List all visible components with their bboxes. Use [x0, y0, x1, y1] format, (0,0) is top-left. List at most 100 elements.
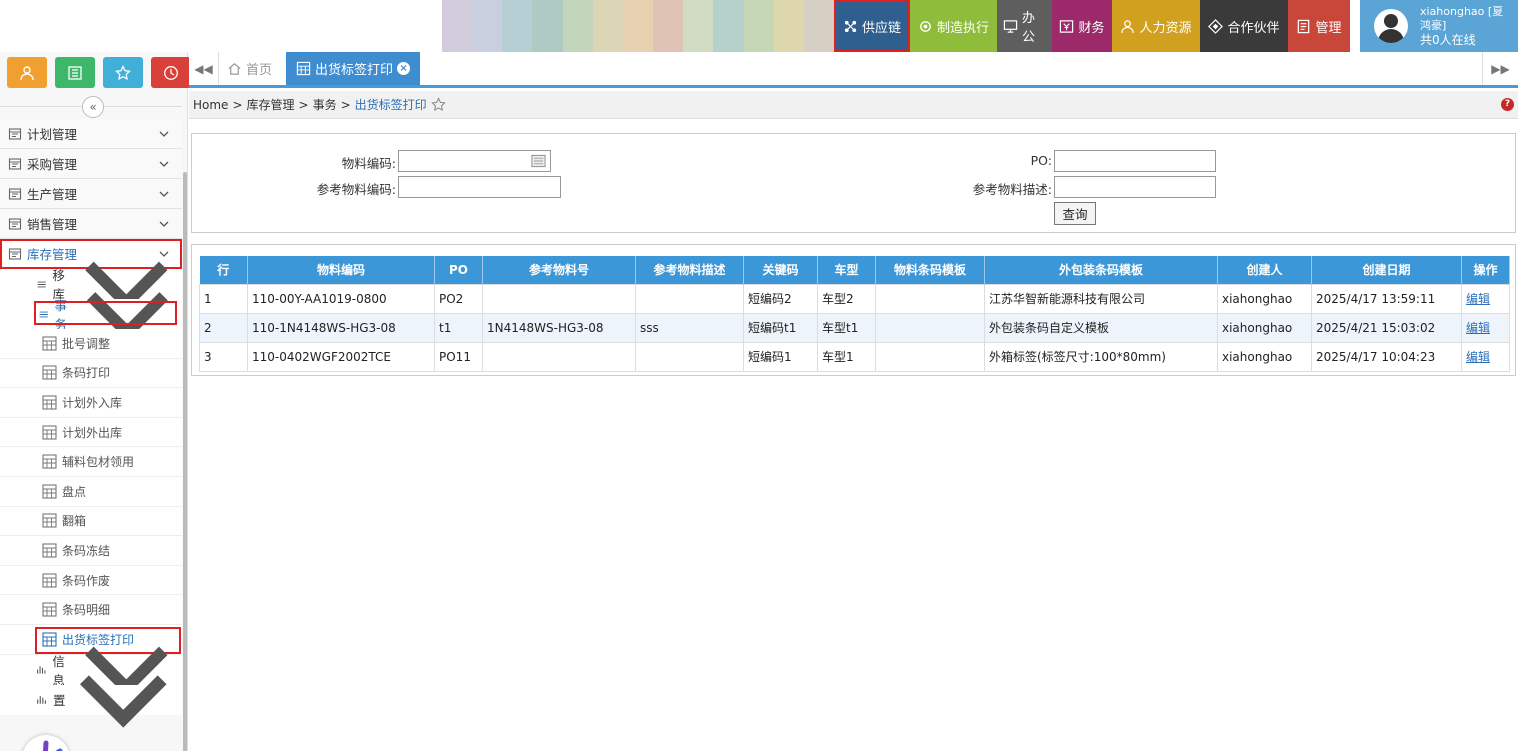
- table-cell: 1: [199, 283, 248, 314]
- table-cell: [635, 341, 744, 372]
- tab-shipping-label-print[interactable]: 出货标签打印 ×: [286, 52, 421, 85]
- sidebar-leaf-1[interactable]: 条码打印: [0, 358, 182, 389]
- lookup-icon[interactable]: [531, 154, 546, 168]
- table-cell: 外箱标签(标签尺寸:100*80mm): [984, 341, 1218, 372]
- table-cell: [482, 341, 636, 372]
- table-row[interactable]: 1 110-00Y-AA1019-0800 PO2 短编码2 车型2 江苏华智新能源科技有…: [199, 283, 1510, 314]
- module-1-button[interactable]: 制造执行: [910, 0, 997, 52]
- sidebar-leaf-3[interactable]: 计划外出库: [0, 417, 182, 448]
- user-shortcut-button[interactable]: [7, 57, 47, 88]
- breadcrumb-transactions[interactable]: 事务: [313, 96, 337, 113]
- sidebar-scrollbar[interactable]: [183, 172, 187, 751]
- table-cell: sss: [635, 312, 744, 343]
- star-icon[interactable]: [430, 97, 446, 112]
- shortcut-bar: [7, 57, 191, 88]
- network-icon: [844, 20, 857, 32]
- tab-home[interactable]: 首页: [227, 52, 272, 85]
- table-cell: 2025/4/17 10:04:23: [1311, 341, 1462, 372]
- sidebar-item-1[interactable]: 采购管理: [0, 149, 182, 179]
- clock-icon: [164, 65, 178, 80]
- column-header: 物料编码: [247, 256, 435, 284]
- table-icon: [42, 425, 57, 440]
- edit-link[interactable]: 编辑: [1466, 292, 1490, 306]
- ref-material-desc-input[interactable]: [1054, 176, 1216, 198]
- table-cell: 江苏华智新能源科技有限公司: [984, 283, 1218, 314]
- sidebar-item-0[interactable]: 计划管理: [0, 119, 182, 149]
- document-icon: [1298, 19, 1310, 33]
- column-header: 关键码: [743, 256, 818, 284]
- sidebar-leaf-0[interactable]: 批号调整: [0, 329, 182, 359]
- sidebar-leaf-4[interactable]: 辅料包材领用: [0, 447, 182, 477]
- header-banner: [442, 0, 834, 52]
- table-cell: [875, 312, 985, 343]
- table-cell: 1N4148WS-HG3-08: [482, 312, 636, 343]
- query-button[interactable]: 查询: [1054, 202, 1096, 225]
- module-3-button[interactable]: 财务: [1052, 0, 1112, 52]
- monitor-icon: [1003, 19, 1018, 33]
- table-row[interactable]: 2 110-1N4148WS-HG3-08 t1 1N4148WS-HG3-08 sss…: [199, 312, 1510, 343]
- history-shortcut-button[interactable]: [151, 57, 191, 88]
- list-icon: [68, 65, 82, 80]
- asterisk-logo-icon: [42, 740, 63, 751]
- po-input[interactable]: [1054, 150, 1216, 172]
- column-header: 参考物料号: [482, 256, 636, 284]
- column-header: 外包装条码模板: [984, 256, 1218, 284]
- chevron-down-icon: [159, 191, 169, 197]
- column-header: 行: [199, 256, 248, 284]
- edit-link[interactable]: 编辑: [1466, 350, 1490, 364]
- favorite-shortcut-button[interactable]: [103, 57, 143, 88]
- double-chevron-left-icon: «: [89, 100, 97, 114]
- module-6-button[interactable]: 管理: [1288, 0, 1350, 52]
- table-cell: t1: [434, 312, 483, 343]
- avatar[interactable]: [1374, 9, 1408, 43]
- material-code-input[interactable]: [398, 150, 551, 172]
- column-header: 创建人: [1217, 256, 1312, 284]
- column-header: PO: [434, 256, 483, 284]
- sidebar-leaf-2[interactable]: 计划外入库: [0, 388, 182, 418]
- column-header: 车型: [817, 256, 876, 284]
- table-cell: 外包装条码自定义模板: [984, 312, 1218, 343]
- sidebar-leaf-6[interactable]: 翻箱: [0, 506, 182, 537]
- sidebar-item-2[interactable]: 生产管理: [0, 179, 182, 209]
- table-icon: [42, 572, 57, 588]
- assistant-logo[interactable]: [22, 735, 70, 751]
- breadcrumb-home[interactable]: Home: [193, 98, 228, 112]
- sidebar-leaf-7[interactable]: 条码冻结: [0, 536, 182, 566]
- module-4-button[interactable]: 人力资源: [1112, 0, 1200, 52]
- home-icon: [228, 63, 241, 75]
- close-tab-icon[interactable]: ×: [397, 62, 411, 75]
- edit-link[interactable]: 编辑: [1466, 321, 1490, 335]
- yen-icon: [1060, 19, 1074, 33]
- breadcrumb-inventory[interactable]: 库存管理: [247, 96, 295, 113]
- ref-material-code-input[interactable]: [398, 176, 561, 198]
- module-5-button[interactable]: 合作伙伴: [1200, 0, 1288, 52]
- table-cell: [875, 283, 985, 314]
- table-row[interactable]: 3 110-0402WGF2002TCE PO11 短编码1 车型1 外箱标签(标签尺寸:…: [199, 341, 1510, 372]
- table-cell: 2025/4/17 13:59:11: [1311, 283, 1462, 314]
- help-icon[interactable]: ?: [1501, 98, 1514, 111]
- table-cell: PO11: [434, 341, 483, 372]
- column-header: 物料条码模板: [875, 256, 985, 284]
- sidebar-leaf-8[interactable]: 条码作废: [0, 565, 182, 596]
- tab-scroll-right-button[interactable]: ▶▶: [1482, 52, 1518, 85]
- po-label: PO:: [1030, 153, 1052, 168]
- table-icon: [42, 602, 57, 617]
- user-name-cont: 鸿豪]: [1420, 19, 1447, 32]
- sidebar-sub-1[interactable]: 事务: [0, 291, 182, 341]
- tab-scroll-left-button[interactable]: ◀◀: [189, 52, 219, 85]
- table-cell: 车型2: [817, 283, 876, 314]
- list-shortcut-button[interactable]: [55, 57, 95, 88]
- module-0-button[interactable]: 供应链: [834, 0, 910, 52]
- sidebar-leaf-5[interactable]: 盘点: [0, 476, 182, 507]
- cart-icon: [8, 157, 22, 170]
- sidebar-bottom-1[interactable]: 置: [0, 675, 182, 728]
- table-header-row: 行物料编码 PO 参考物料号 参考物料描述 关键码 车型 物料条码模板 外包装条码模板 创建人创…: [199, 256, 1510, 284]
- shop-icon: [8, 217, 22, 230]
- user-panel[interactable]: xiahonghao [夏 鸿豪] 共0人在线: [1360, 0, 1518, 52]
- table-cell: 110-0402WGF2002TCE: [247, 341, 435, 372]
- table-cell: 短编码2: [743, 283, 818, 314]
- module-2-button[interactable]: 办公: [997, 0, 1052, 52]
- collapse-sidebar-button[interactable]: «: [82, 96, 104, 118]
- tab-bar: ◀◀ 首页 出货标签打印 × ▶▶: [189, 52, 1518, 88]
- ref-material-desc-label: 参考物料描述:: [972, 182, 1052, 197]
